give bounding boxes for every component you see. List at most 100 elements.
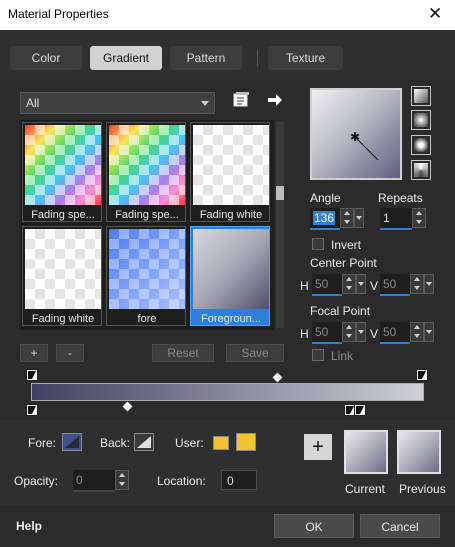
back-color-swatch[interactable]: [134, 433, 154, 451]
opacity-value: 0: [76, 473, 83, 487]
focal-h-label: H: [300, 327, 309, 341]
tab-divider: [257, 50, 258, 66]
stop-marker-icon: [356, 406, 364, 414]
linear-gradient-icon[interactable]: [411, 86, 431, 106]
rectangular-gradient-swatch: [414, 113, 428, 127]
radial-gradient-swatch: [414, 163, 428, 177]
angle-value: 136: [313, 211, 336, 225]
opacity-stop-left[interactable]: [26, 369, 38, 381]
chevron-down-icon: [426, 330, 432, 334]
ok-button[interactable]: OK: [274, 514, 354, 538]
reset-button[interactable]: Reset: [152, 344, 214, 362]
user-color-swatch-small[interactable]: [213, 436, 229, 450]
gradient-thumbnail: [25, 125, 101, 205]
opacity-spinner[interactable]: [115, 470, 129, 490]
repeats-input[interactable]: 1: [380, 208, 412, 230]
gradient-item[interactable]: Fading white: [22, 226, 102, 326]
tab-texture[interactable]: Texture: [268, 46, 343, 70]
focal-h-spinner[interactable]: [342, 322, 356, 342]
focal-v-spinner[interactable]: [410, 322, 424, 342]
gradient-item[interactable]: fore: [106, 226, 186, 326]
focal-h-value: 50: [315, 325, 329, 339]
repeats-spinner[interactable]: [412, 208, 426, 228]
chevron-up-icon: [344, 211, 350, 215]
fore-color-swatch[interactable]: [62, 433, 82, 451]
center-v-label: V: [370, 279, 379, 293]
svg-text:✱: ✱: [350, 130, 360, 144]
angle-dropdown[interactable]: [354, 208, 364, 228]
angle-input[interactable]: 136: [310, 208, 340, 230]
focal-v-label: V: [370, 327, 379, 341]
save-button[interactable]: Save: [226, 344, 284, 362]
gradient-filter-dropdown[interactable]: All: [20, 92, 215, 114]
arrow-right-icon[interactable]: [267, 93, 283, 107]
chevron-up-icon: [414, 325, 420, 329]
opacity-midpoint-diamond[interactable]: [272, 372, 283, 383]
center-h-dropdown[interactable]: [356, 274, 366, 294]
gradient-item[interactable]: Fading spe...: [106, 122, 186, 222]
gradient-item-selected[interactable]: Foregroun...: [190, 226, 270, 326]
invert-checkbox[interactable]: [312, 238, 324, 250]
tab-pattern[interactable]: Pattern: [170, 46, 242, 70]
location-input[interactable]: 0: [221, 470, 257, 490]
user-label: User:: [175, 436, 204, 450]
gradient-thumbnail: [109, 125, 185, 205]
gallery-scrollbar[interactable]: [276, 122, 284, 328]
focal-v-value: 50: [383, 325, 397, 339]
gradient-preview[interactable]: ✱: [310, 88, 402, 180]
chevron-down-icon: [358, 330, 364, 334]
rectangular-gradient-icon[interactable]: [411, 110, 431, 130]
center-h-value: 50: [315, 277, 329, 291]
gradient-item[interactable]: Fading spe...: [22, 122, 102, 222]
focal-v-input[interactable]: 50: [380, 322, 410, 344]
chevron-up-icon: [416, 211, 422, 215]
focal-h-input[interactable]: 50: [312, 322, 342, 344]
remove-gradient-button[interactable]: -: [56, 344, 84, 362]
chevron-up-icon: [346, 325, 352, 329]
help-link[interactable]: Help: [16, 519, 42, 533]
current-swatch[interactable]: [344, 430, 388, 474]
center-v-dropdown[interactable]: [424, 274, 434, 294]
chevron-up-icon: [414, 277, 420, 281]
invert-label: Invert: [331, 238, 362, 252]
link-checkbox[interactable]: [312, 349, 324, 361]
stop-marker-icon: [28, 406, 36, 414]
chevron-up-icon: [119, 473, 125, 477]
center-point-label: Center Point: [310, 256, 377, 270]
gradient-item[interactable]: Fading white: [190, 122, 270, 222]
gradient-editor-bar[interactable]: [31, 383, 424, 401]
chevron-up-icon: [346, 277, 352, 281]
tab-color[interactable]: Color: [10, 46, 82, 70]
gallery-scroll-thumb[interactable]: [276, 186, 284, 200]
repeats-label: Repeats: [378, 191, 423, 205]
repeats-value: 1: [383, 211, 390, 225]
close-icon[interactable]: ✕: [428, 4, 442, 24]
angle-spinner[interactable]: [340, 208, 354, 228]
color-stop-right-b[interactable]: [354, 404, 366, 416]
add-swatch-button[interactable]: +: [304, 434, 332, 460]
add-gradient-button[interactable]: +: [20, 344, 48, 362]
back-label: Back:: [100, 436, 131, 450]
stop-marker-icon: [346, 406, 354, 414]
opacity-stop-right[interactable]: [416, 369, 428, 381]
tab-gradient[interactable]: Gradient: [90, 46, 162, 70]
center-v-spinner[interactable]: [410, 274, 424, 294]
center-v-value: 50: [383, 277, 397, 291]
previous-swatch[interactable]: [397, 430, 441, 474]
focal-h-dropdown[interactable]: [356, 322, 366, 342]
gradient-filter-value: All: [26, 96, 40, 110]
opacity-input[interactable]: 0: [73, 470, 115, 492]
color-midpoint-diamond[interactable]: [122, 401, 133, 412]
user-color-swatch[interactable]: [236, 433, 256, 451]
center-v-input[interactable]: 50: [380, 274, 410, 296]
cancel-button[interactable]: Cancel: [360, 514, 440, 538]
resource-folder-icon[interactable]: [232, 92, 250, 108]
center-h-input[interactable]: 50: [312, 274, 342, 296]
sunburst-gradient-icon[interactable]: [411, 135, 431, 155]
focal-v-dropdown[interactable]: [424, 322, 434, 342]
color-stop-left[interactable]: [26, 404, 38, 416]
radial-gradient-icon[interactable]: [411, 160, 431, 180]
location-value: 0: [227, 474, 234, 488]
gradient-thumbnail: [193, 229, 269, 309]
center-h-spinner[interactable]: [342, 274, 356, 294]
